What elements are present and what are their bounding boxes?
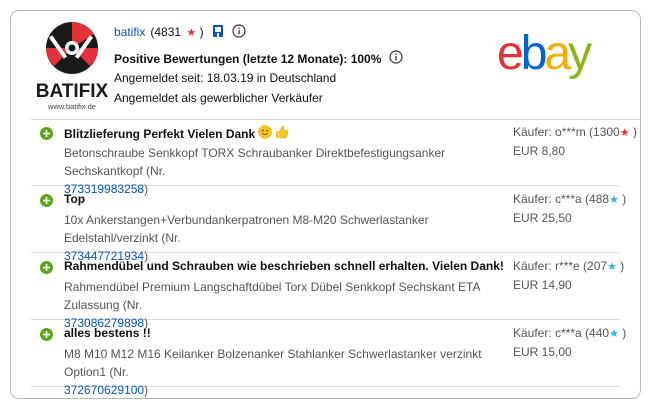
buyer-info: Käufer: o***m (1300★ ): [513, 125, 637, 139]
batifix-logo: BATIFIX www.batifix.de: [36, 21, 109, 111]
ebay-logo: ebay: [497, 27, 595, 80]
feedback-row: Top 10x Ankerstangen+Verbundankerpatrone…: [31, 187, 626, 263]
store-icon[interactable]: [212, 24, 224, 41]
turquoise-star-icon: ★: [609, 328, 619, 340]
item-price: EUR 8,80: [513, 144, 566, 158]
thumbs-up-icon: [275, 125, 289, 142]
turquoise-star-icon: ★: [607, 261, 617, 273]
buyer-info: Käufer: r***e (207★ ): [513, 259, 625, 273]
positive-plus-icon: [40, 194, 53, 207]
buyer-info: Käufer: c***a (488★ ): [513, 192, 627, 206]
positive-plus-icon: [40, 127, 53, 140]
seller-type: Angemeldet als gewerblicher Verkäufer: [114, 91, 323, 105]
seller-info-line: batifix (4831 ★ ): [114, 23, 246, 41]
member-since: Angemeldet seit: 18.03.19 in Deutschland: [114, 71, 337, 85]
feedback-comment: Rahmendübel und Schrauben wie beschriebe…: [64, 259, 504, 273]
feedback-score[interactable]: (4831 ★ ): [150, 25, 203, 39]
feedback-comment: Blitzlieferung Perfekt Vielen Dank: [64, 125, 289, 142]
positive-plus-icon: [40, 261, 53, 274]
slightly-smiling-face-icon: [258, 125, 272, 142]
svg-text:ebay: ebay: [497, 27, 592, 80]
positive-feedback-rate: Positive Bewertungen (letzte 12 Monate):…: [114, 50, 404, 67]
feedback-comment: Top: [64, 192, 86, 206]
feedback-row: Blitzlieferung Perfekt Vielen Dank Beton…: [31, 120, 637, 196]
ebay-letter-b: b: [521, 27, 546, 80]
turquoise-star-icon: ★: [609, 194, 619, 206]
seller-feedback-card: BATIFIX www.batifix.de batifix (4831 ★ )…: [10, 10, 641, 399]
feedback-item-title: M8 M10 M12 M16 Keilanker Bolzenanker Sta…: [64, 347, 482, 397]
item-number-link[interactable]: 372670629100: [64, 383, 144, 397]
feedback-row: alles bestens !! M8 M10 M12 M16 Keilanke…: [31, 321, 626, 397]
info-icon[interactable]: [232, 23, 246, 41]
seller-name-link[interactable]: batifix: [114, 25, 145, 39]
info-icon[interactable]: [389, 50, 404, 67]
feedback-comment: alles bestens !!: [64, 326, 151, 340]
ebay-letter-e: e: [497, 27, 522, 80]
red-star-icon: ★: [619, 127, 630, 139]
red-star-icon: ★: [186, 27, 197, 39]
ebay-letter-y: y: [568, 27, 592, 80]
logo-wordmark: BATIFIX: [36, 81, 109, 102]
buyer-info: Käufer: c***a (440★ ): [513, 326, 627, 340]
item-price: EUR 15,00: [513, 345, 572, 359]
item-price: EUR 25,50: [513, 211, 572, 225]
feedback-row: Rahmendübel und Schrauben wie beschriebe…: [31, 254, 624, 330]
logo-url: www.batifix.de: [47, 102, 96, 111]
positive-plus-icon: [40, 328, 53, 341]
item-price: EUR 14,90: [513, 278, 572, 292]
